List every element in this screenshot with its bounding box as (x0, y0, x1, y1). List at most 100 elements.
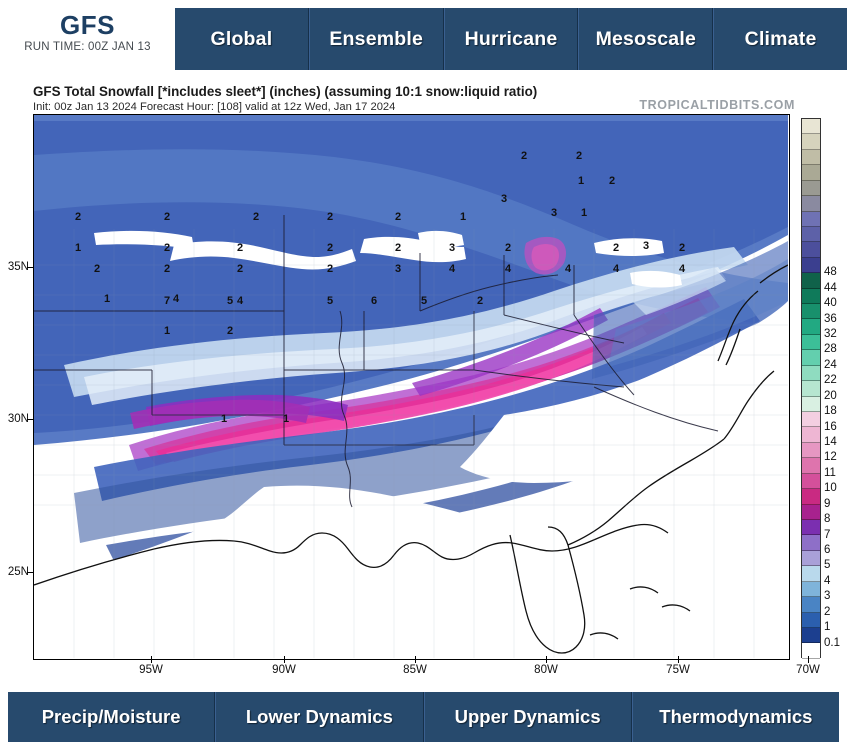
brand-run-time: RUN TIME: 00Z JAN 13 (24, 41, 151, 53)
snowfall-map[interactable]: 2222211222232222222344444147455652123221… (33, 114, 790, 660)
weather-model-page: GFS RUN TIME: 00Z JAN 13 Global Ensemble H… (0, 0, 847, 750)
colorbar-swatch (802, 365, 820, 382)
contour-value-label: 2 (612, 242, 620, 254)
contour-value-label: 2 (520, 150, 528, 162)
colorbar-swatch (802, 396, 820, 413)
colorbar-tick-label: 2 (824, 605, 831, 618)
contour-value-label: 2 (608, 175, 616, 187)
colorbar-swatch (802, 134, 820, 150)
nav-tab-ensemble[interactable]: Ensemble (308, 8, 444, 70)
contour-value-label: 5 (226, 295, 234, 307)
colorbar-swatch (802, 257, 820, 274)
site-watermark: TROPICALTIDBITS.COM (639, 98, 795, 112)
colorbar-tick-label: 8 (824, 513, 831, 526)
footer-tab-precip-moisture[interactable]: Precip/Moisture (8, 692, 216, 742)
contour-value-label: 4 (504, 263, 512, 275)
colorbar-swatch (802, 566, 820, 582)
brand-block: GFS RUN TIME: 00Z JAN 13 (0, 10, 175, 53)
colorbar-swatch (802, 273, 820, 289)
latitude-axis: 35N 30N 25N (0, 114, 33, 660)
footer-tab-label: Upper Dynamics (454, 706, 601, 727)
contour-value-label: 2 (236, 263, 244, 275)
lon-tick-label: 95W (139, 664, 163, 676)
colorbar-swatch (802, 612, 820, 628)
footer-tab-thermodynamics[interactable]: Thermodynamics (631, 692, 839, 742)
contour-value-label: 2 (394, 211, 402, 223)
contour-value-label: 3 (550, 207, 558, 219)
colorbar-tick-label: 28 (824, 343, 837, 356)
contour-value-label: 2 (163, 263, 171, 275)
lat-tick-mark (27, 572, 34, 573)
footer-tab-label: Lower Dynamics (245, 706, 393, 727)
lon-tick-label: 80W (534, 664, 558, 676)
colorbar-scale (801, 118, 821, 659)
plot-subtitle: Init: 00z Jan 13 2024 Forecast Hour: [10… (33, 101, 396, 113)
contour-value-label: 2 (93, 263, 101, 275)
nav-tab-label: Global (210, 27, 273, 50)
contour-value-label: 2 (326, 211, 334, 223)
colorbar-tick-label: 24 (824, 358, 837, 371)
colorbar-tick-label: 9 (824, 497, 831, 510)
colorbar-tick-label: 11 (824, 466, 836, 479)
contour-value-label: 1 (220, 413, 228, 425)
nav-tab-label: Climate (744, 27, 817, 50)
colorbar-tick-label: 48 (824, 266, 837, 279)
nav-tab-label: Mesoscale (595, 27, 697, 50)
colorbar-tick-label: 3 (824, 590, 831, 603)
colorbar-swatch (802, 226, 820, 243)
colorbar-swatch (802, 581, 820, 598)
colorbar-swatch (802, 304, 820, 320)
contour-value-label: 2 (504, 242, 512, 254)
colorbar-swatch (802, 165, 820, 181)
colorbar-tick-label: 10 (824, 482, 837, 495)
colorbar-swatch (802, 519, 820, 536)
colorbar-swatch (802, 180, 820, 197)
colorbar-swatch (802, 504, 820, 520)
contour-value-label: 1 (74, 242, 82, 254)
colorbar-swatch (802, 119, 820, 135)
footer-tab-upper-dynamics[interactable]: Upper Dynamics (423, 692, 632, 742)
nav-tab-hurricane[interactable]: Hurricane (443, 8, 579, 70)
nav-tab-mesoscale[interactable]: Mesoscale (578, 8, 714, 70)
longitude-axis: 95W 90W 85W 80W 75W 70W (33, 664, 820, 682)
colorbar-tick-label: 14 (824, 436, 837, 448)
colorbar-tick-label: 12 (824, 451, 837, 464)
colorbar-swatch (802, 550, 820, 567)
contour-value-label: 2 (575, 150, 583, 162)
colorbar-tick-label: 1 (824, 621, 831, 634)
colorbar-swatch (802, 427, 820, 443)
map-canvas: 2222211222232222222344444147455652123221… (34, 115, 789, 659)
lon-tick-mark (546, 656, 547, 663)
colorbar-tick-label: 18 (824, 405, 837, 418)
contour-value-label: 7 (163, 295, 171, 307)
lat-tick-label: 30N (7, 413, 29, 425)
lon-tick-label: 85W (403, 664, 427, 676)
contour-value-label: 2 (74, 211, 82, 223)
colorbar-swatch (802, 149, 820, 166)
colorbar-swatch (802, 381, 820, 397)
nav-tab-climate[interactable]: Climate (713, 8, 847, 70)
colorbar-tick-label: 0.1 (824, 636, 840, 649)
contour-value-label: 3 (642, 240, 650, 252)
contour-value-label: 2 (476, 295, 484, 307)
contour-value-label: 2 (236, 242, 244, 254)
colorbar-tick-label: 5 (824, 559, 831, 572)
contour-value-label: 2 (678, 242, 686, 254)
contour-value-label: 3 (448, 242, 456, 254)
colorbar-swatch (802, 319, 820, 335)
lat-tick-mark (27, 267, 34, 268)
footer-tab-lower-dynamics[interactable]: Lower Dynamics (215, 692, 424, 742)
colorbar-tick-label: 6 (824, 544, 831, 556)
colorbar-swatch (802, 350, 820, 366)
nav-tab-global[interactable]: Global (175, 8, 309, 70)
contour-value-label: 1 (577, 175, 585, 187)
primary-nav: Global Ensemble Hurricane Mesoscale Climate (175, 8, 847, 70)
colorbar-swatch (802, 196, 820, 212)
lat-tick-mark (27, 419, 34, 420)
colorbar-swatch (802, 288, 820, 305)
colorbar-swatch (802, 242, 820, 258)
colorbar-swatch (802, 211, 820, 227)
colorbar-swatch (802, 597, 820, 613)
contour-value-label: 1 (282, 413, 290, 425)
contour-value-label: 2 (326, 242, 334, 254)
